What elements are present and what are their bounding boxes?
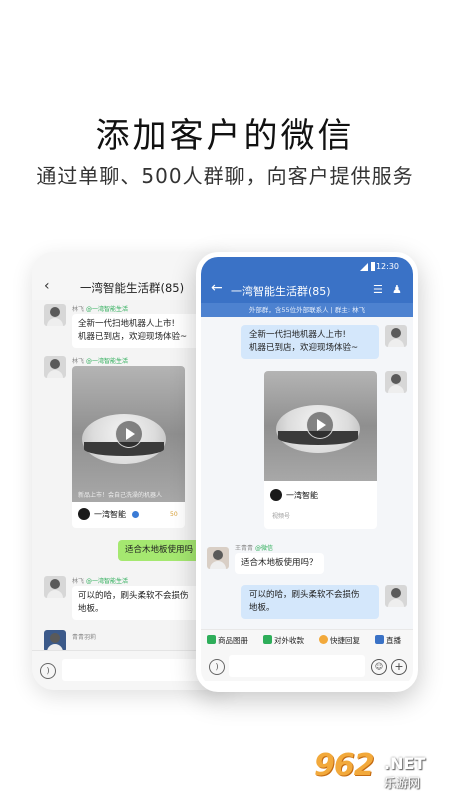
video-thumbnail [264,371,377,481]
quick-action-reply[interactable]: 快捷回复 [319,635,360,646]
front-phone-mockup: 12:30 ← 一湾智能生活群(85) ☰ ♟ 外部群，含55位外部联系人 | … [196,252,418,692]
signal-icon [360,263,368,271]
emoji-icon[interactable]: ☺ [371,659,387,675]
watermark-cn: 乐游网 [384,776,421,790]
play-icon[interactable] [115,420,143,448]
watermark-suffix: .NET [384,754,426,773]
brand-logo [78,508,90,520]
avatar[interactable] [44,630,66,652]
video-card[interactable]: 新品上市！会自己洗澡的机器人 一湾智能 50 [72,366,185,528]
sender-name: 林飞 @一湾智能生活 [72,358,128,365]
avatar[interactable] [385,325,407,347]
menu-icon[interactable]: ☰ [373,283,383,296]
avatar[interactable] [207,547,229,569]
group-members-icon[interactable]: ♟ [392,283,402,296]
watermark-number: 962 [314,748,375,783]
verified-icon [132,511,139,518]
message-bubble[interactable]: 全新一代扫地机器人上市! 机器已到店，欢迎现场体验~ [241,325,379,359]
front-phone-input-bar: ) ☺ + [201,651,413,681]
video-card[interactable]: 一湾智能 视频号 [264,371,377,529]
live-icon [375,635,384,644]
brand-name: 一湾智能 [94,510,126,519]
brand-logo [270,489,282,501]
reply-icon [319,635,328,644]
arrow-left-icon[interactable]: ← [211,280,223,296]
video-caption: 新品上市！会自己洗澡的机器人 [78,492,163,499]
like-count: 50 [170,511,178,518]
chat-title: 一湾智能生活群(85) [231,285,331,298]
back-phone-title: 一湾智能生活群(85) [80,281,185,295]
album-icon [207,635,216,644]
quick-actions-bar: 商品图册 对外收款 快捷回复 直播 [201,629,413,652]
chat-body: 全新一代扫地机器人上市! 机器已到店，欢迎现场体验~ 一湾智能 视频号 王青青 … [201,317,413,633]
voice-icon[interactable]: ) [40,663,56,679]
sender-name: 林飞 @一湾智能生活 [72,578,128,585]
status-time: 12:30 [375,262,399,271]
sender-name: 王青青 @微信 [235,545,273,552]
chevron-left-icon[interactable]: ‹ [44,278,50,294]
message-input[interactable] [229,655,365,677]
avatar[interactable] [385,371,407,393]
message-bubble[interactable]: 可以的哈，刷头柔软不会损伤 地板。 [72,586,212,620]
voice-icon[interactable]: ) [209,659,225,675]
quick-action-live[interactable]: 直播 [375,635,401,646]
message-bubble[interactable]: 可以的哈，刷头柔软不会损伤 地板。 [241,585,379,619]
payment-icon [263,635,272,644]
sender-name: 林飞 @一湾智能生活 [72,306,128,313]
chat-header: ← 一湾智能生活群(85) ☰ ♟ [201,277,413,303]
avatar[interactable] [44,576,66,598]
subheadline: 通过单聊、500人群聊，向客户提供服务 [36,164,414,188]
status-bar: 12:30 [201,257,413,277]
play-icon[interactable] [306,411,334,439]
sender-name: 青青羽莉 [72,634,97,641]
avatar[interactable] [44,356,66,378]
message-bubble[interactable]: 适合木地板使用吗？ [235,553,324,574]
video-thumbnail: 新品上市！会自己洗澡的机器人 [72,366,185,502]
quick-action-album[interactable]: 商品图册 [207,635,248,646]
message-bubble[interactable]: 全新一代扫地机器人上市! 机器已到店，欢迎现场体验~ [72,314,212,348]
brand-name: 一湾智能 [286,491,318,500]
quick-action-payment[interactable]: 对外收款 [263,635,304,646]
avatar[interactable] [385,585,407,607]
headline: 添加客户的微信 [95,116,355,156]
battery-icon [371,262,375,271]
message-bubble[interactable]: 适合木地板使用吗 [118,540,201,561]
channel-label: 视频号 [272,513,291,520]
plus-icon[interactable]: + [391,659,407,675]
group-subtitle: 外部群，含55位外部联系人 | 群主: 林飞 [201,303,413,317]
avatar[interactable] [44,304,66,326]
site-watermark: 962 .NET 乐游网 [314,748,444,794]
